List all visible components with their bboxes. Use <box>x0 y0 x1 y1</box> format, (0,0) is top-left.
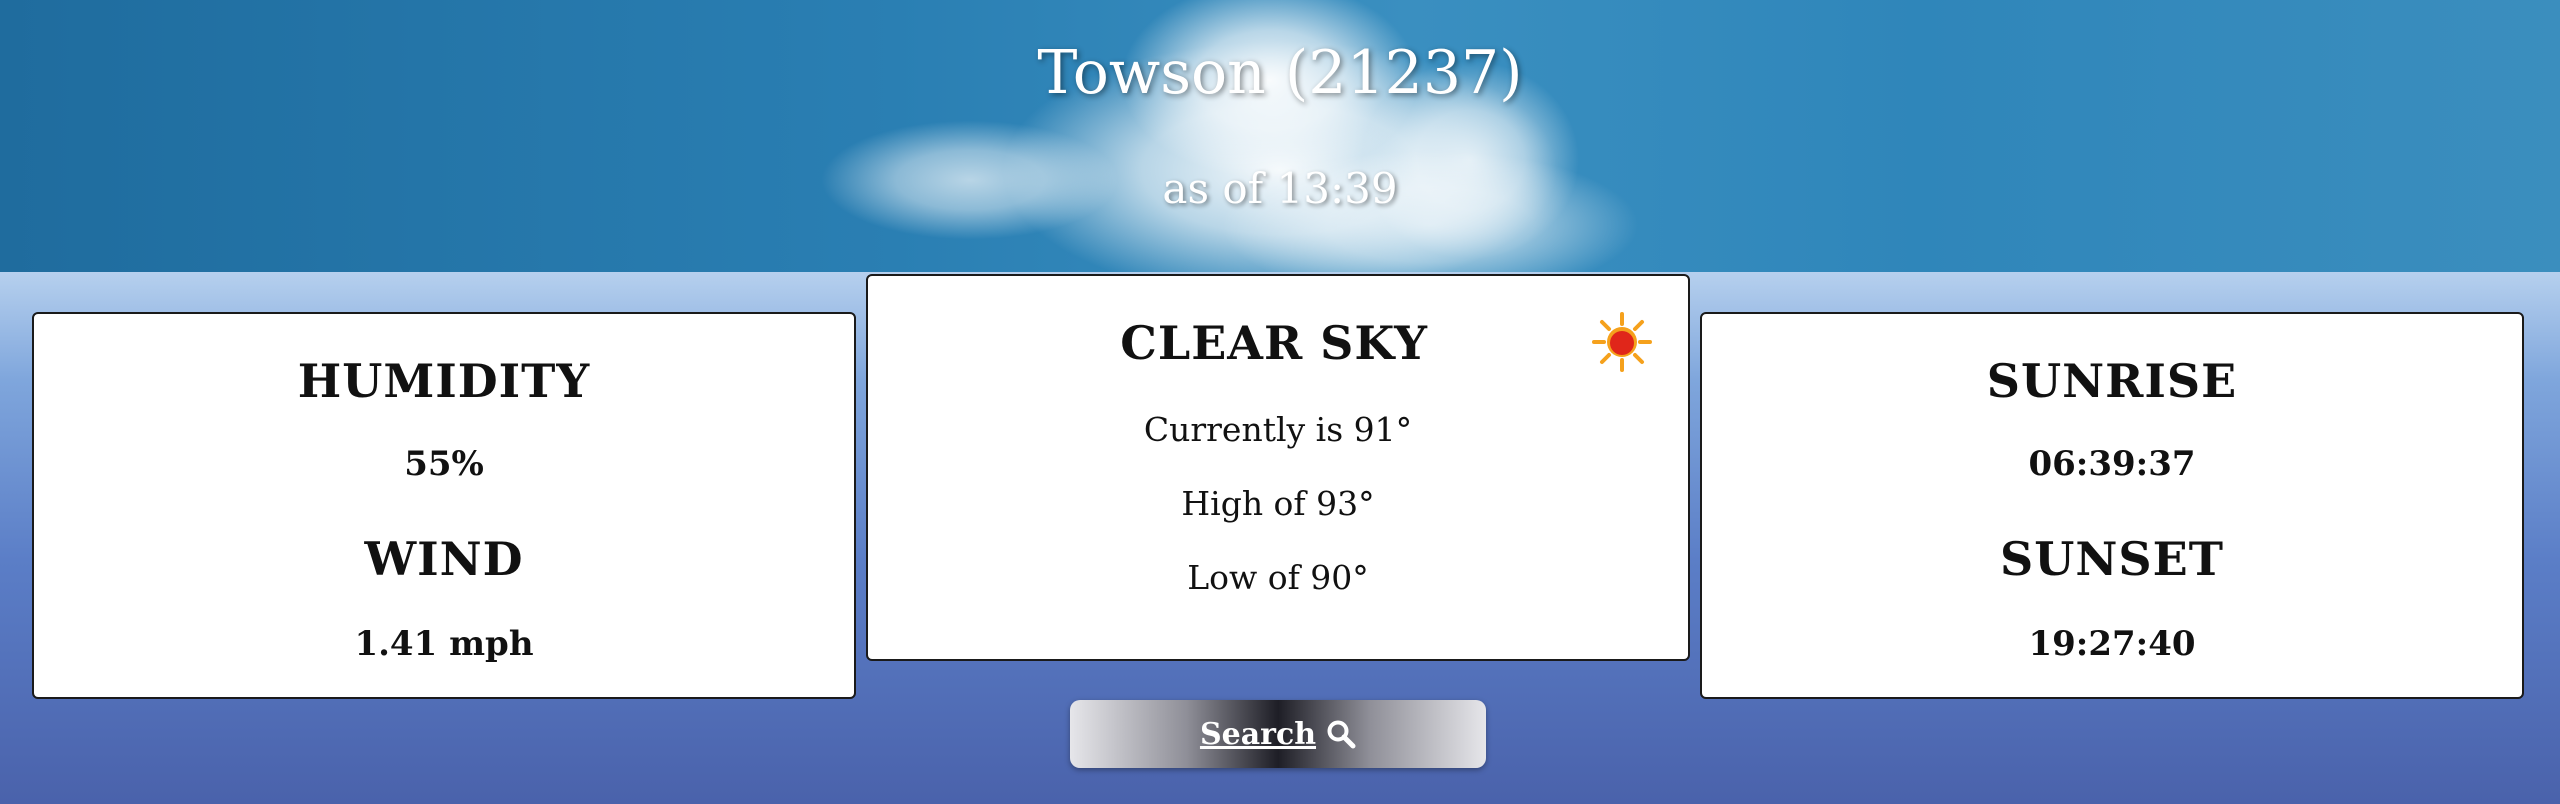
wind-value: 1.41 mph <box>354 624 534 664</box>
humidity-label: HUMIDITY <box>297 354 591 408</box>
humidity-wind-card: HUMIDITY 55% WIND 1.41 mph <box>32 312 856 699</box>
sunset-label: SUNSET <box>2000 532 2224 586</box>
humidity-value: 55% <box>404 444 484 484</box>
low-temperature: Low of 90° <box>1187 558 1369 597</box>
sun-icon <box>1592 312 1652 372</box>
sunrise-value: 06:39:37 <box>2028 444 2196 484</box>
sunset-value: 19:27:40 <box>2028 624 2196 664</box>
condition-title: CLEAR SKY <box>1120 316 1428 370</box>
high-temperature: High of 93° <box>1181 484 1375 523</box>
header-banner: Towson (21237) as of 13:39 <box>0 0 2560 272</box>
conditions-card: CLEAR SKY Currently is 91° High of 93° L… <box>866 274 1690 661</box>
search-button[interactable]: Search <box>1070 700 1486 768</box>
sunrise-label: SUNRISE <box>1986 354 2238 408</box>
wind-label: WIND <box>364 532 524 586</box>
updated-time: as of 13:39 <box>1162 164 1398 213</box>
sun-times-card: SUNRISE 06:39:37 SUNSET 19:27:40 <box>1700 312 2524 699</box>
search-icon <box>1327 720 1356 749</box>
current-temperature: Currently is 91° <box>1143 410 1413 449</box>
location-title: Towson (21237) <box>1037 38 1523 108</box>
search-label: Search <box>1199 716 1317 752</box>
